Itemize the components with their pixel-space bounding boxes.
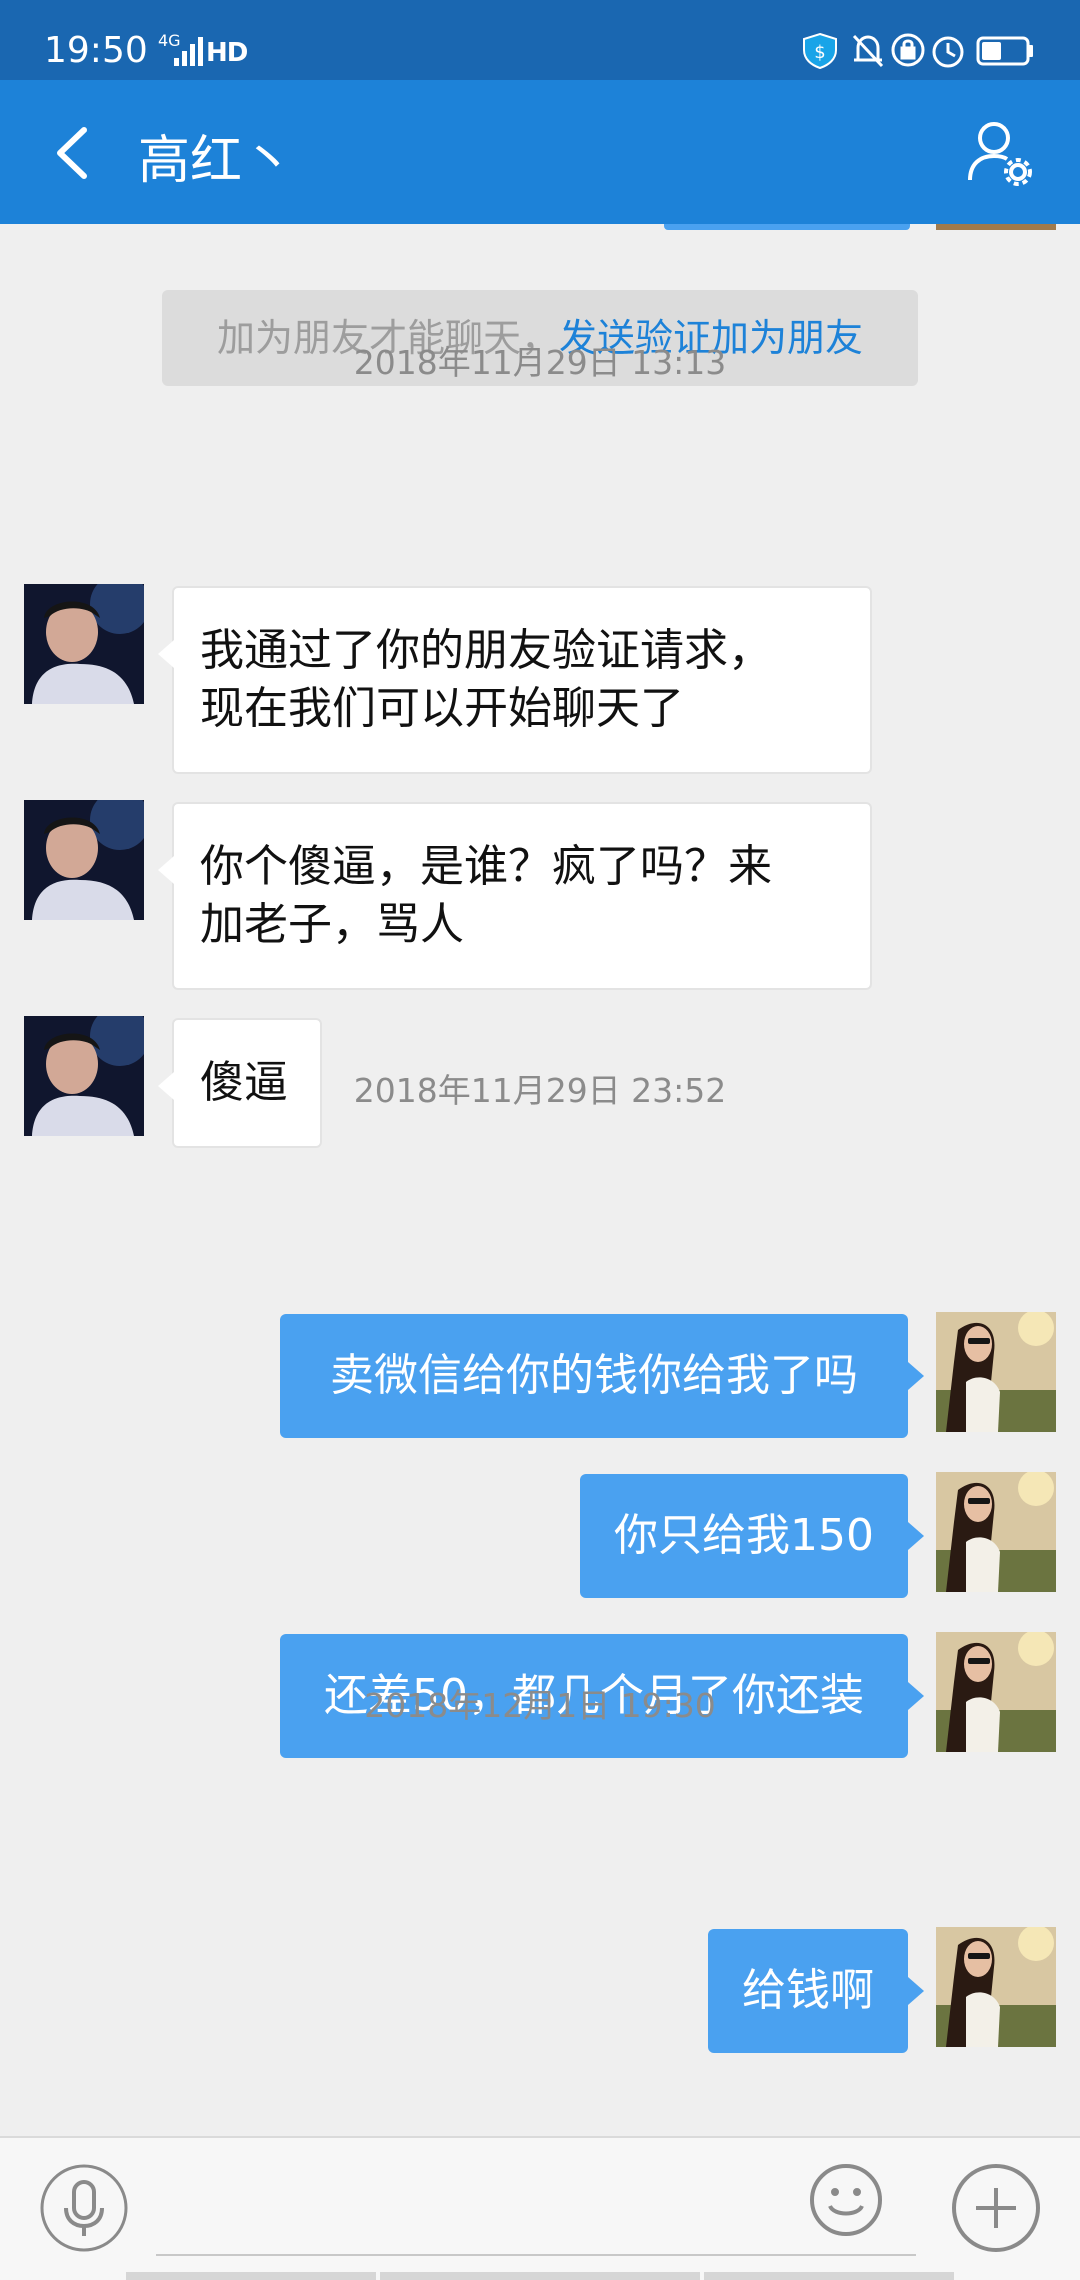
- back-button[interactable]: [44, 118, 104, 188]
- user-avatar[interactable]: [936, 1927, 1056, 2047]
- contact-avatar[interactable]: [24, 800, 144, 920]
- user-avatar[interactable]: [936, 1312, 1056, 1432]
- profile-settings-button[interactable]: [966, 116, 1036, 188]
- voice-button[interactable]: [38, 2162, 130, 2254]
- incoming-message-bubble[interactable]: 你个傻逼，是谁？疯了吗？来 加老子，骂人: [158, 802, 872, 990]
- message-timestamp: 2018年11月29日 13:13: [353, 343, 727, 382]
- smiley-icon: [810, 2164, 882, 2236]
- message-text-line: 加老子，骂人: [200, 899, 464, 950]
- emoji-button[interactable]: [808, 2162, 884, 2238]
- nav-hint: [126, 2272, 376, 2280]
- svg-text:$: $: [814, 42, 825, 63]
- chat-title: 高红丶: [138, 131, 295, 191]
- more-button[interactable]: [950, 2162, 1042, 2254]
- title-bar: 高红丶: [0, 80, 1080, 224]
- nav-hint: [380, 2272, 700, 2280]
- status-bar: 19:50 4G HD $: [0, 0, 1080, 80]
- chat-area[interactable]: 加为朋友才能聊天，发送验证加为朋友 2018年11月29日 13:13 我通过了你…: [0, 224, 1080, 2136]
- hd-indicator: HD: [206, 38, 248, 68]
- battery-icon: [976, 36, 1033, 66]
- message-text-line: 我通过了你的朋友验证请求，: [200, 625, 772, 676]
- input-bar: [0, 2136, 1080, 2280]
- microphone-icon: [40, 2164, 128, 2252]
- message-timestamp: 2018年12月1日 19:30: [364, 1686, 716, 1725]
- user-settings-icon: [968, 122, 1032, 186]
- message-input[interactable]: [156, 2158, 916, 2256]
- status-time: 19:50: [44, 30, 148, 71]
- chevron-left-icon: [57, 127, 87, 179]
- mute-bell-icon: [852, 34, 884, 68]
- signal-icon: [174, 37, 203, 66]
- message-text-line: 你个傻逼，是谁？疯了吗？来: [200, 841, 772, 892]
- shield-icon: $: [803, 32, 837, 70]
- outgoing-message-bubble[interactable]: 给钱啊: [708, 1929, 924, 2053]
- partial-message-bubble: [664, 224, 910, 230]
- message-text-line: 现在我们可以开始聊天了: [200, 683, 684, 734]
- status-icons: $: [803, 32, 1033, 70]
- alarm-icon: [932, 36, 964, 68]
- plus-icon: [952, 2164, 1040, 2252]
- lock-rotation-icon: [891, 33, 925, 67]
- user-avatar[interactable]: [936, 1472, 1056, 1592]
- partial-avatar: [936, 224, 1056, 230]
- outgoing-message-bubble[interactable]: 你只给我150: [580, 1474, 924, 1598]
- incoming-message-bubble[interactable]: 我通过了你的朋友验证请求， 现在我们可以开始聊天了: [158, 586, 872, 774]
- message-timestamp: 2018年11月29日 23:52: [353, 1071, 727, 1110]
- outgoing-message-bubble[interactable]: 卖微信给你的钱你给我了吗: [280, 1314, 924, 1438]
- contact-avatar[interactable]: [24, 584, 144, 704]
- nav-hint: [704, 2272, 954, 2280]
